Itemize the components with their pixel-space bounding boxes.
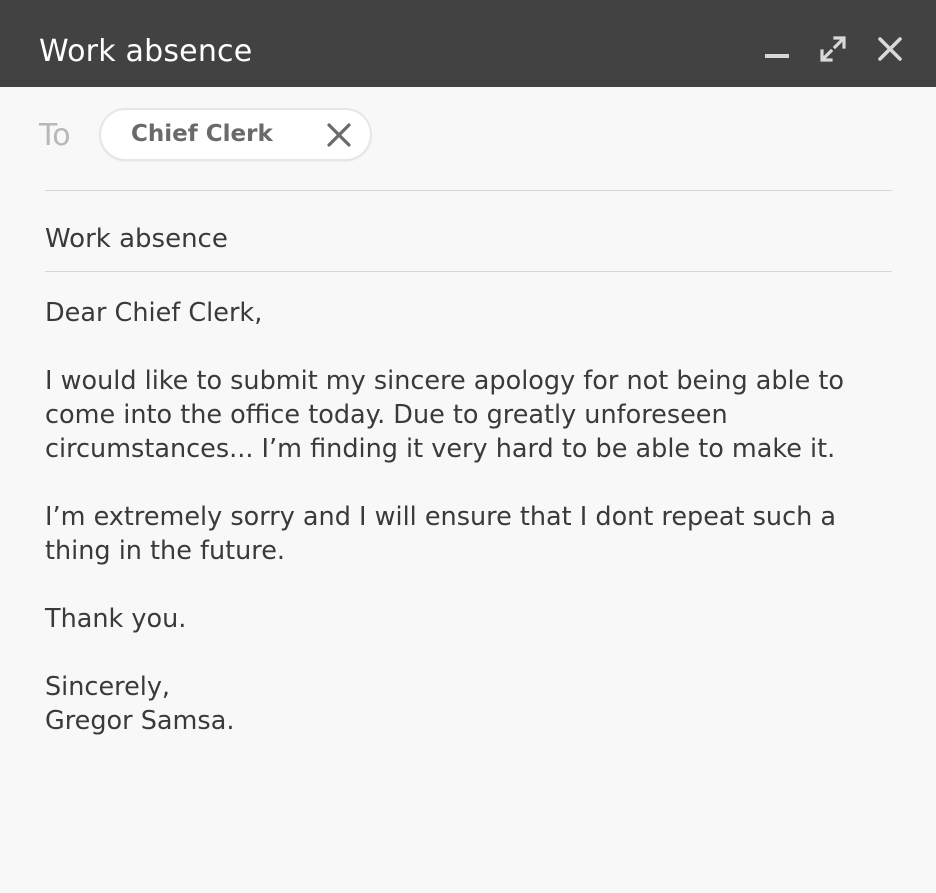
compose-window: Work absence To Chief Clerk Work absence… (0, 0, 936, 893)
remove-recipient-button[interactable] (324, 120, 354, 150)
divider (45, 271, 892, 272)
close-icon (878, 37, 902, 61)
window-title: Work absence (39, 34, 253, 69)
greeting-text: Dear Chief Clerk, (45, 298, 263, 328)
body-line: come into the office today. Due to great… (45, 400, 728, 430)
expand-icon (820, 36, 846, 62)
recipients-row: To Chief Clerk (0, 87, 936, 190)
thanks-text: Thank you. (45, 604, 187, 634)
body-line: circumstances... I’m finding it very har… (45, 434, 836, 464)
signature-text: Gregor Samsa. (45, 706, 235, 736)
recipient-chip-label: Chief Clerk (131, 121, 273, 147)
subject-field[interactable]: Work absence (45, 221, 892, 257)
body-line: thing in the future. (45, 536, 286, 566)
title-bar: Work absence (0, 0, 936, 87)
minimize-icon (765, 54, 789, 58)
divider (45, 190, 892, 191)
body-line: I’m extremely sorry and I will ensure th… (45, 502, 837, 532)
minimize-button[interactable] (760, 32, 794, 66)
recipient-chip[interactable]: Chief Clerk (101, 110, 370, 159)
closing-text: Sincerely, (45, 672, 171, 702)
body-line: I would like to submit my sincere apolog… (45, 366, 845, 396)
to-label: To (39, 118, 71, 153)
close-icon (327, 123, 351, 147)
maximize-button[interactable] (816, 32, 850, 66)
close-button[interactable] (873, 32, 907, 66)
message-body[interactable]: Dear Chief Clerk, I would like to submit… (45, 296, 905, 738)
